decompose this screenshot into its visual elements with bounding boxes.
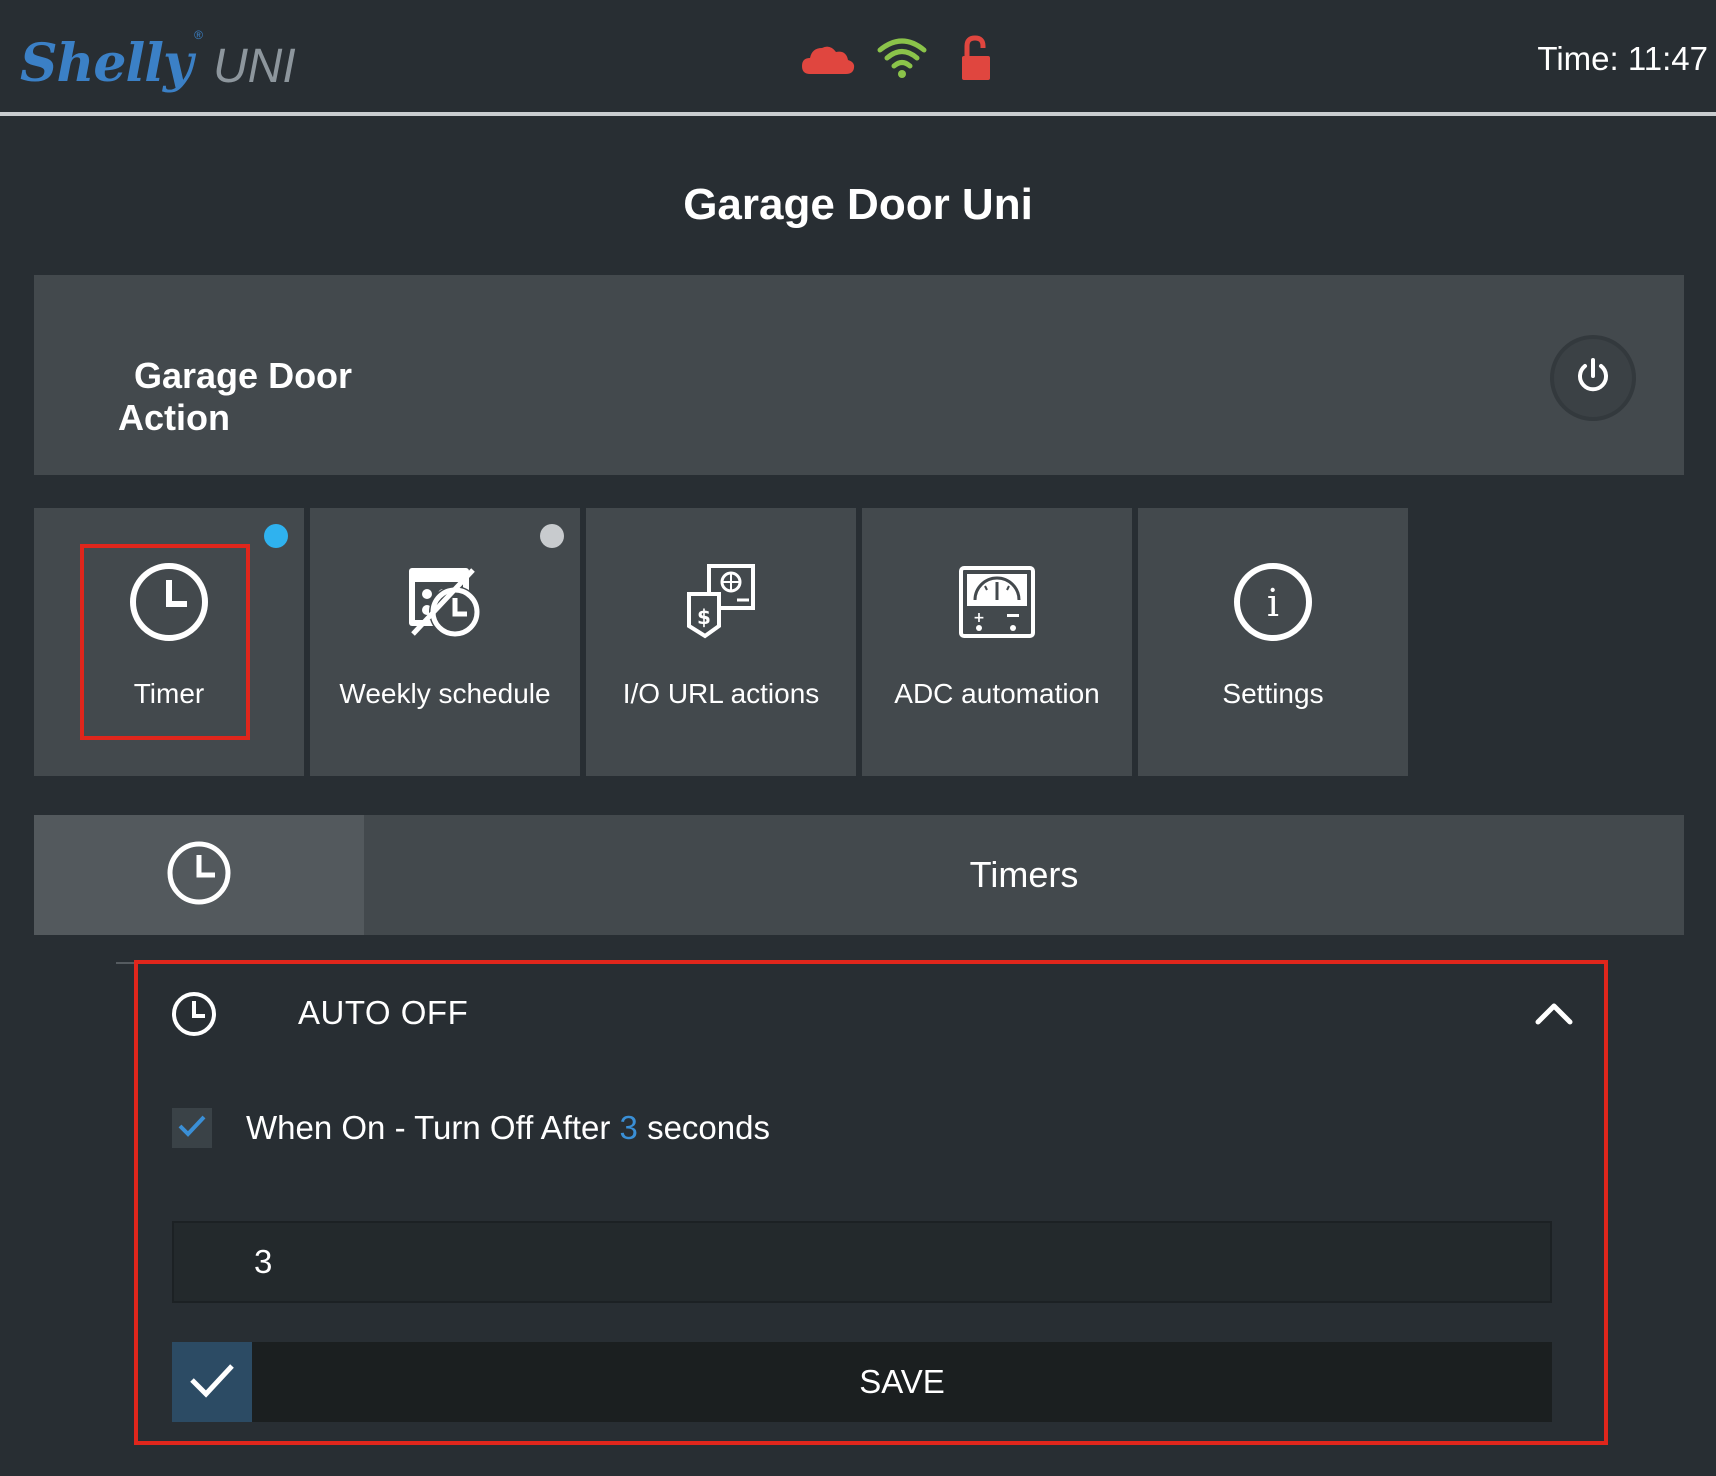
wifi-icon [874, 34, 930, 82]
timers-title: Timers [969, 854, 1079, 895]
auto-off-option-row: When On - Turn Off After 3 seconds [172, 1108, 770, 1148]
action-title-line2: Action [118, 397, 230, 438]
description-suffix: seconds [647, 1109, 770, 1146]
logo-registered-mark: ® [194, 28, 204, 42]
tile-label: Weekly schedule [339, 678, 551, 709]
auto-off-title: AUTO OFF [298, 994, 469, 1031]
gauge-icon: + [955, 560, 1039, 644]
checkmark-icon [188, 1360, 236, 1405]
action-title-line1: Garage Door [134, 355, 353, 396]
timers-section-header: Timers [34, 815, 1684, 935]
top-bar: Shelly ® UNI Time: 11:47 [0, 0, 1716, 116]
clock-icon [165, 839, 233, 912]
divider [116, 962, 136, 964]
page-title: Garage Door Uni [683, 180, 1033, 229]
schedule-icon [403, 560, 487, 644]
seconds-input[interactable] [172, 1221, 1552, 1303]
active-indicator-dot [264, 524, 288, 548]
tile-label: Settings [1222, 678, 1324, 709]
action-title: Garage Door Action [118, 355, 352, 439]
checkmark-icon [177, 1113, 207, 1144]
seconds-value: 3 [619, 1109, 638, 1146]
svg-text:$: $ [697, 605, 711, 629]
save-button-label: SAVE [859, 1363, 945, 1400]
inactive-indicator-dot [540, 524, 564, 548]
save-button[interactable]: SAVE [172, 1342, 1552, 1422]
tile-adc-automation[interactable]: + ADC automation [862, 508, 1132, 776]
power-button[interactable] [1550, 335, 1636, 421]
tile-weekly-schedule[interactable]: Weekly schedule [310, 508, 580, 776]
timers-icon-cell [34, 815, 364, 935]
time-display: Time: 11:47 [1537, 40, 1708, 77]
shelly-logo: Shelly ® UNI [20, 22, 296, 94]
device-action-panel: Garage Door Action [34, 275, 1684, 475]
logo-wordmark: Shelly [20, 33, 193, 94]
logo-product-name: UNI [213, 40, 296, 93]
svg-text:+: + [973, 610, 985, 626]
auto-off-checkbox[interactable] [172, 1108, 212, 1148]
tile-settings[interactable]: i Settings [1138, 508, 1408, 776]
selection-highlight [80, 544, 250, 740]
save-icon-cell [172, 1342, 252, 1422]
unlocked-padlock-icon [948, 34, 1004, 82]
tile-timer[interactable]: Timer [34, 508, 304, 776]
clock-icon [170, 990, 218, 1043]
tile-label: ADC automation [894, 678, 1100, 709]
tile-io-url-actions[interactable]: $ I/O URL actions [586, 508, 856, 776]
status-icons [800, 34, 1004, 82]
auto-off-description: When On - Turn Off After 3 seconds [246, 1109, 770, 1147]
cloud-icon [800, 34, 856, 82]
info-icon: i [1231, 560, 1315, 644]
auto-off-panel: AUTO OFF When On - Turn Off After 3 seco… [134, 960, 1608, 1445]
url-actions-icon: $ [679, 560, 763, 644]
description-prefix: When On - Turn Off After [246, 1109, 611, 1146]
power-icon [1573, 356, 1613, 401]
svg-text:i: i [1267, 581, 1279, 625]
tile-label: I/O URL actions [622, 678, 820, 709]
feature-tiles: Timer Weekly schedule $ I/O URL actions … [34, 508, 1408, 776]
chevron-up-icon[interactable] [1534, 994, 1574, 1039]
